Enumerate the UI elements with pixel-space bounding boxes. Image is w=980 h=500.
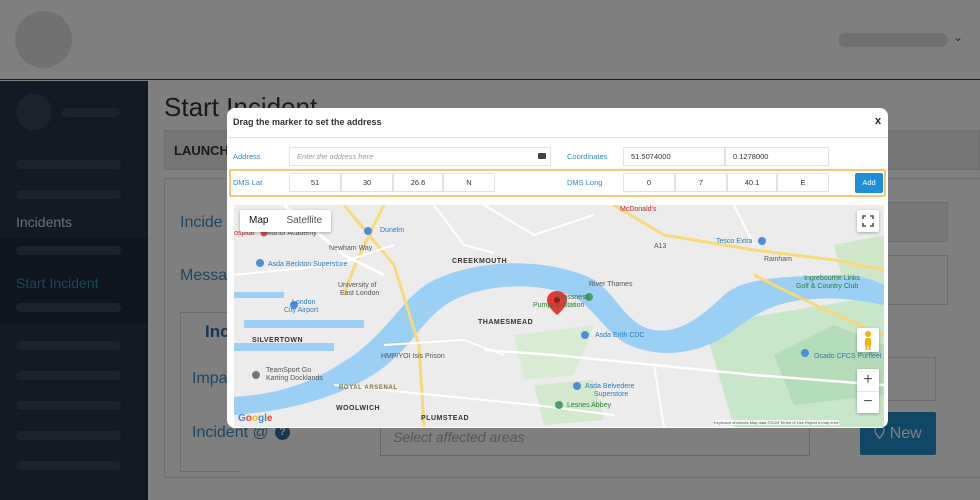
fullscreen-icon[interactable]: [857, 210, 879, 232]
modal-header: Drag the marker to set the address x: [227, 108, 888, 138]
map-place-label: River Thames: [589, 281, 633, 288]
map-place-label: Superstore: [594, 391, 629, 398]
map-place-label: East London: [340, 290, 380, 297]
map-place-label: WOOLWICH: [336, 405, 381, 412]
address-placeholder: Enter the address here: [297, 152, 374, 161]
map-place-label: City Airport: [284, 307, 319, 314]
map-tab[interactable]: Map: [240, 210, 277, 232]
zoom-out-button[interactable]: −: [857, 391, 879, 413]
dms-long-seconds-input[interactable]: 40.1: [727, 173, 777, 192]
longitude-input[interactable]: 0.1278000: [725, 147, 829, 166]
map-place-label: Pumping Station: [533, 302, 585, 309]
map-type-toggle[interactable]: Map Satellite: [240, 210, 332, 232]
dms-lat-direction-input[interactable]: N: [443, 173, 495, 192]
pegman-icon[interactable]: [857, 328, 879, 352]
add-button[interactable]: Add: [855, 173, 883, 193]
address-card-icon[interactable]: [538, 153, 546, 159]
map[interactable]: McDonald's Manor Academy ospital Dunelm Tesc…: [234, 205, 884, 427]
latitude-input[interactable]: 51.5074000: [623, 147, 725, 166]
map-place-label: CREEKMOUTH: [452, 258, 508, 265]
google-logo: Google: [238, 413, 273, 424]
zoom-in-button[interactable]: +: [857, 369, 879, 391]
map-place-label: London: [292, 299, 316, 306]
map-place-label: Dunelm: [380, 227, 405, 234]
address-input[interactable]: Enter the address here: [289, 147, 551, 166]
dms-lat-label: DMS Lat: [233, 178, 263, 187]
map-footer[interactable]: Keyboard shortcuts Map data ©2022 Terms …: [714, 420, 839, 425]
modal-title: Drag the marker to set the address: [233, 117, 382, 127]
coordinates-label: Coordinates: [567, 152, 608, 161]
dms-long-degrees-input[interactable]: 0: [623, 173, 675, 192]
map-place-label: Ocado CFCS Purfleet: [814, 353, 882, 360]
dms-long-label: DMS Long: [567, 178, 603, 187]
map-place-label: Tesco Extra: [716, 238, 753, 245]
map-place-label: Asda Erith CDC: [595, 332, 645, 339]
map-place-label: University of: [338, 282, 377, 289]
map-place-label: McDonald's: [620, 206, 657, 213]
address-label: Address: [233, 152, 261, 161]
dms-long-minutes-input[interactable]: 7: [675, 173, 727, 192]
dms-long-direction-input[interactable]: E: [777, 173, 829, 192]
close-icon[interactable]: x: [875, 115, 881, 127]
map-place-label: Crossness: [556, 294, 590, 301]
address-modal: Drag the marker to set the address x Add…: [227, 108, 888, 428]
map-place-label: Asda Beckton Superstore: [268, 261, 348, 268]
map-place-label: Rainham: [764, 256, 793, 263]
map-place-label: Karting Docklands: [266, 375, 323, 382]
map-place-label: THAMESMEAD: [478, 319, 534, 326]
map-place-label: Asda Belvedere: [585, 383, 635, 390]
map-place-label: PLUMSTEAD: [421, 415, 470, 422]
map-place-label: ROYAL ARSENAL: [339, 385, 398, 391]
map-place-label: Newham Way: [329, 245, 373, 252]
zoom-control: + −: [857, 369, 879, 413]
map-place-label: Ingrebourne Links: [804, 275, 861, 282]
map-place-label: A13: [654, 243, 667, 250]
dms-lat-seconds-input[interactable]: 26.6: [393, 173, 443, 192]
map-place-label: HMP/YOI Isis Prison: [381, 353, 445, 360]
dms-lat-degrees-input[interactable]: 51: [289, 173, 341, 192]
map-place-label: SILVERTOWN: [252, 337, 304, 344]
dms-lat-minutes-input[interactable]: 30: [341, 173, 393, 192]
map-place-label: TeamSport Go: [266, 367, 312, 374]
satellite-tab[interactable]: Satellite: [277, 210, 331, 232]
map-place-label: Lesnes Abbey: [567, 402, 611, 409]
map-canvas: [234, 205, 884, 427]
map-place-label: Golf & Country Club: [796, 283, 859, 290]
